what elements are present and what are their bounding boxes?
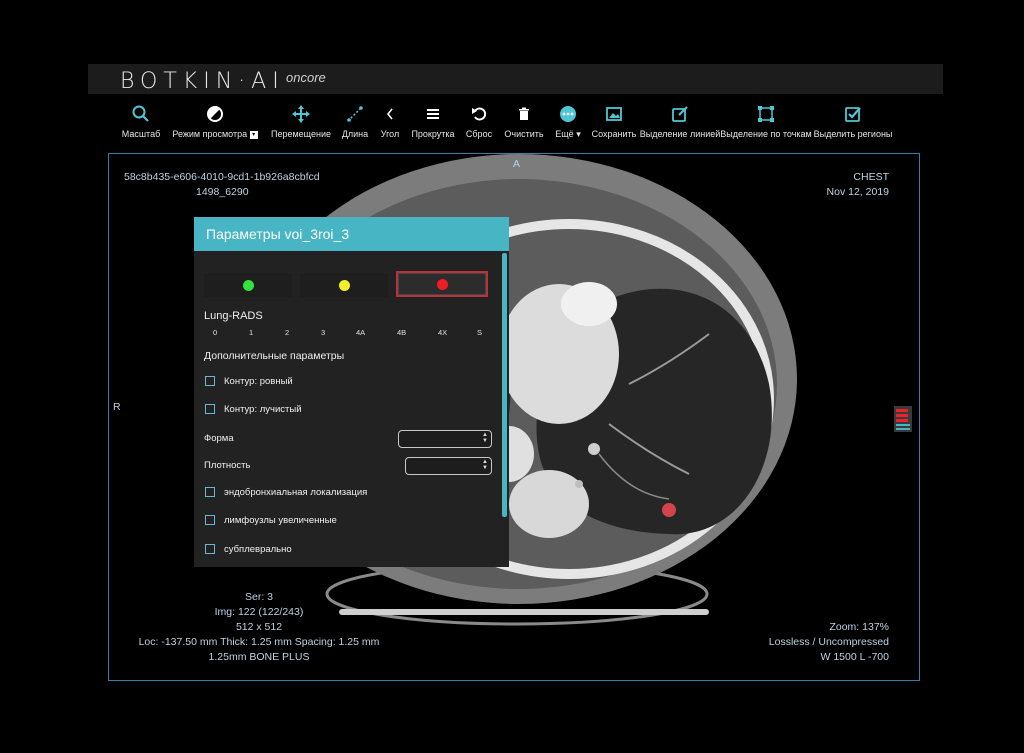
density-select[interactable]: ▲ ▼ <box>405 457 492 475</box>
more-icon <box>560 106 576 122</box>
search-icon <box>132 105 149 122</box>
save-tool-button[interactable]: Сохранить <box>591 104 637 148</box>
panel-title: Параметры voi_3roi_3 <box>194 217 509 251</box>
tool-label: Угол <box>380 129 400 139</box>
scroll-tool-button[interactable]: Прокрутка <box>411 104 455 148</box>
endobronchial-checkbox[interactable] <box>205 487 215 497</box>
app-logo: BOTKIN·AI <box>120 69 285 94</box>
menu-icon <box>427 109 439 119</box>
undo-icon <box>472 107 487 121</box>
shape-select[interactable]: ▲ ▼ <box>398 430 492 448</box>
roi-legend-marker[interactable] <box>894 406 912 432</box>
contour-spiculated-checkbox[interactable] <box>205 404 215 414</box>
toolbar: Масштаб Режим просмотра ▾ Перемещение Дл… <box>116 104 906 148</box>
extra-params-heading: Дополнительные параметры <box>204 350 345 362</box>
select-regions-tool-button[interactable]: Выделить регионы <box>813 104 893 148</box>
panel-scrollbar[interactable] <box>502 253 507 517</box>
tool-label: Длина <box>341 129 369 139</box>
lung-rads-label: Lung-RADS <box>204 310 263 322</box>
orientation-top: A <box>513 158 521 170</box>
contour-smooth-checkbox[interactable] <box>205 376 215 386</box>
subpleural-label: субплеврально <box>224 544 292 555</box>
clear-tool-button[interactable]: Очистить <box>503 104 545 148</box>
tool-label: Выделение по точкам <box>720 129 812 139</box>
lung-rads-option[interactable]: 2 <box>285 328 289 337</box>
lymph-nodes-checkbox[interactable] <box>205 515 215 525</box>
tool-label: Режим просмотра ▾ <box>172 129 258 139</box>
color-yellow-button[interactable] <box>300 273 388 297</box>
color-green-button[interactable] <box>204 273 292 297</box>
color-selector <box>204 271 488 297</box>
chevron-down-icon: ▾ <box>249 130 258 139</box>
lung-rads-option[interactable]: 4A <box>356 328 365 337</box>
tool-label: Сохранить <box>591 129 637 139</box>
tool-label: Масштаб <box>121 129 161 139</box>
trash-icon <box>519 107 529 120</box>
density-label: Плотность <box>204 460 251 471</box>
angle-icon <box>386 108 393 120</box>
subpleural-checkbox[interactable] <box>205 544 215 554</box>
tool-label: Ещё ▾ <box>555 129 581 139</box>
endobronchial-label: эндобронхиальная локализация <box>224 487 368 498</box>
tool-label: Очистить <box>504 129 544 139</box>
line-select-tool-button[interactable]: Выделение линией <box>640 104 720 148</box>
orientation-left: R <box>113 401 121 413</box>
tool-label: Перемещение <box>271 129 331 139</box>
lymph-nodes-label: лимфоузлы увеличенные <box>224 515 337 526</box>
color-red-button[interactable] <box>396 271 488 297</box>
check-square-icon <box>845 107 861 122</box>
app-logo-subtitle: oncore <box>286 70 326 85</box>
lung-rads-option[interactable]: 1 <box>249 328 253 337</box>
shape-label: Форма <box>204 433 234 444</box>
study-info: CHEST Nov 12, 2019 <box>826 171 889 198</box>
lung-rads-option[interactable]: 4B <box>397 328 406 337</box>
lung-rads-option[interactable]: 4X <box>438 328 447 337</box>
points-select-tool-button[interactable]: Выделение по точкам <box>720 104 812 148</box>
lung-rads-options: 0 1 2 3 4A 4B 4X S <box>204 328 486 340</box>
lung-rads-option[interactable]: 0 <box>213 328 217 337</box>
more-tool-button[interactable]: Ещё ▾ <box>551 104 585 148</box>
study-id: 58c8b435-e606-4010-9cd1-1b926a8cbfcd 149… <box>124 171 320 198</box>
tool-label: Сброс <box>465 129 493 139</box>
edit-icon <box>672 106 688 122</box>
view-mode-tool-button[interactable]: Режим просмотра ▾ <box>170 104 260 148</box>
tool-label: Прокрутка <box>411 129 455 139</box>
select-arrows-icon: ▲ ▼ <box>482 432 488 444</box>
tool-label: Выделить регионы <box>813 129 893 139</box>
contour-smooth-label: Контур: ровный <box>224 376 293 387</box>
lung-rads-option[interactable]: S <box>477 328 482 337</box>
ruler-icon <box>347 106 363 122</box>
contrast-icon <box>207 106 223 122</box>
zoom-tool-button[interactable]: Масштаб <box>116 104 166 148</box>
roi-parameters-panel: Параметры voi_3roi_3 Lung-RADS 0 1 2 3 4… <box>194 217 509 567</box>
move-icon <box>292 105 310 123</box>
tool-label: Выделение линией <box>639 129 721 139</box>
angle-tool-button[interactable]: Угол <box>376 104 404 148</box>
length-tool-button[interactable]: Длина <box>336 104 374 148</box>
points-select-icon <box>758 106 774 122</box>
lung-rads-option[interactable]: 3 <box>321 328 325 337</box>
reset-tool-button[interactable]: Сброс <box>463 104 495 148</box>
image-icon <box>606 107 622 121</box>
select-arrows-icon: ▲ ▼ <box>482 459 488 471</box>
red-dot-icon <box>436 278 448 290</box>
contour-spiculated-label: Контур: лучистый <box>224 404 302 415</box>
app-header: BOTKIN·AI oncore <box>88 64 943 94</box>
green-dot-icon <box>242 279 254 291</box>
render-info: Zoom: 137% Lossless / Uncompressed W 150… <box>768 621 889 663</box>
yellow-dot-icon <box>338 279 350 291</box>
series-info: Ser: 3 Img: 122 (122/243) 512 x 512 Loc:… <box>138 591 380 663</box>
pan-tool-button[interactable]: Перемещение <box>271 104 331 148</box>
